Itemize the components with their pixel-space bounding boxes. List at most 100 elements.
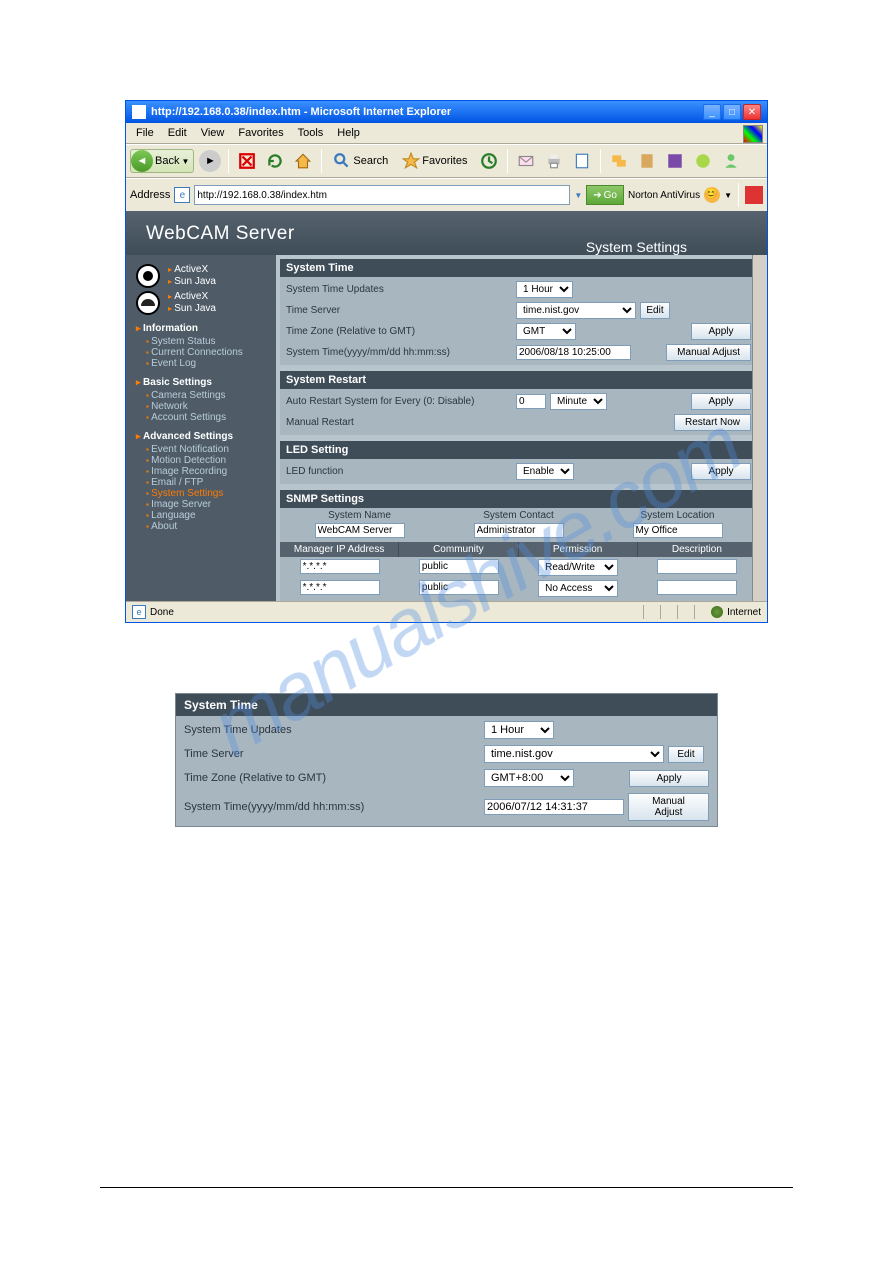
snmp-perm-select-0[interactable]: Read/Write <box>538 559 618 576</box>
detail-manual-button[interactable]: Manual Adjust <box>628 793 709 821</box>
print-button[interactable] <box>542 149 566 173</box>
window-title: http://192.168.0.38/index.htm - Microsof… <box>151 106 451 118</box>
auto-restart-label: Auto Restart System for Every (0: Disabl… <box>286 396 516 407</box>
mail-button[interactable] <box>514 149 538 173</box>
main-panel: System Time System Time Updates 1 Hour T… <box>276 255 767 601</box>
sidebar-item-camera[interactable]: Camera Settings <box>136 390 266 401</box>
research-button[interactable] <box>635 149 659 173</box>
edit-button[interactable] <box>570 149 594 173</box>
adobe-icon[interactable] <box>745 186 763 204</box>
snmp-name-input[interactable] <box>315 523 405 538</box>
address-label: Address <box>130 189 170 201</box>
detail-tz-select[interactable]: GMT+8:00 <box>484 769 574 787</box>
back-button[interactable]: ◄Back▼ <box>130 149 194 173</box>
snmp-perm-select-1[interactable]: No Access <box>538 580 618 597</box>
auto-restart-unit-select[interactable]: Minute <box>550 393 607 410</box>
menu-file[interactable]: File <box>130 125 160 141</box>
detail-apply-button[interactable]: Apply <box>629 770 709 787</box>
sidebar-link-sunjava-2[interactable]: Sun Java <box>168 303 216 314</box>
menu-edit[interactable]: Edit <box>162 125 193 141</box>
sidebar-item-language[interactable]: Language <box>136 510 266 521</box>
stop-button[interactable] <box>235 149 259 173</box>
sidebar-cat-information[interactable]: Information <box>136 323 266 334</box>
snmp-desc-input-1[interactable] <box>657 580 737 595</box>
menu-tools[interactable]: Tools <box>292 125 330 141</box>
menubar: File Edit View Favorites Tools Help <box>126 123 767 144</box>
menu-help[interactable]: Help <box>331 125 366 141</box>
forward-button[interactable]: ► <box>198 149 222 173</box>
section-snmp-header: SNMP Settings <box>280 490 757 508</box>
maximize-button[interactable]: □ <box>723 104 741 120</box>
menu-favorites[interactable]: Favorites <box>232 125 289 141</box>
time-server-edit-button[interactable]: Edit <box>640 302 670 319</box>
home-button[interactable] <box>291 149 315 173</box>
detail-updates-select[interactable]: 1 Hour <box>484 721 554 739</box>
sidebar-link-activex[interactable]: ActiveX <box>168 264 216 275</box>
snmp-comm-input-1[interactable] <box>419 580 499 595</box>
time-server-select[interactable]: time.nist.gov <box>516 302 636 319</box>
sidebar-item-system-settings[interactable]: System Settings <box>136 488 266 499</box>
timezone-label: Time Zone (Relative to GMT) <box>286 326 516 337</box>
toolbar-icon-1[interactable] <box>663 149 687 173</box>
sidebar-item-system-status[interactable]: System Status <box>136 336 266 347</box>
address-input[interactable] <box>194 185 570 205</box>
brand-title: WebCAM Server <box>146 223 295 245</box>
sidebar-item-account[interactable]: Account Settings <box>136 412 266 423</box>
auto-restart-input[interactable] <box>516 394 546 409</box>
snmp-location-input[interactable] <box>633 523 723 538</box>
refresh-button[interactable] <box>263 149 287 173</box>
detail-edit-button[interactable]: Edit <box>668 746 704 763</box>
snmp-ip-input-0[interactable] <box>300 559 380 574</box>
auto-restart-apply-button[interactable]: Apply <box>691 393 751 410</box>
sidebar-item-network[interactable]: Network <box>136 401 266 412</box>
led-function-label: LED function <box>286 466 516 477</box>
address-dropdown-icon[interactable]: ▼ <box>574 191 582 200</box>
history-button[interactable] <box>477 149 501 173</box>
messenger-button[interactable] <box>719 149 743 173</box>
windows-logo-icon <box>743 125 763 143</box>
system-time-label: System Time(yyyy/mm/dd hh:mm:ss) <box>286 347 516 358</box>
detail-tz-label: Time Zone (Relative to GMT) <box>184 772 484 784</box>
snmp-comm-input-0[interactable] <box>419 559 499 574</box>
toolbar: ◄Back▼ ► Search Favorites <box>126 144 767 178</box>
toolbar-icon-2[interactable] <box>691 149 715 173</box>
time-updates-select[interactable]: 1 Hour <box>516 281 573 298</box>
snmp-ip-input-1[interactable] <box>300 580 380 595</box>
search-button[interactable]: Search <box>328 149 393 173</box>
sidebar-cat-basic[interactable]: Basic Settings <box>136 377 266 388</box>
go-button[interactable]: ➔ Go <box>586 185 624 205</box>
sidebar-item-event-notif[interactable]: Event Notification <box>136 444 266 455</box>
detail-server-select[interactable]: time.nist.gov <box>484 745 664 763</box>
menu-view[interactable]: View <box>195 125 231 141</box>
sidebar-item-recording[interactable]: Image Recording <box>136 466 266 477</box>
browser-window: http://192.168.0.38/index.htm - Microsof… <box>125 100 768 623</box>
sidebar-item-email-ftp[interactable]: Email / FTP <box>136 477 266 488</box>
minimize-button[interactable]: _ <box>703 104 721 120</box>
restart-now-button[interactable]: Restart Now <box>674 414 751 431</box>
sidebar-item-image-server[interactable]: Image Server <box>136 499 266 510</box>
detail-time-input[interactable] <box>484 799 624 815</box>
favorites-button[interactable]: Favorites <box>397 149 472 173</box>
address-bar: Address e ▼ ➔ Go Norton AntiVirus 😊 ▼ <box>126 178 767 211</box>
sidebar-cat-advanced[interactable]: Advanced Settings <box>136 431 266 442</box>
sidebar-item-connections[interactable]: Current Connections <box>136 347 266 358</box>
timezone-apply-button[interactable]: Apply <box>691 323 751 340</box>
scrollbar-thumb[interactable] <box>754 275 766 315</box>
discuss-button[interactable] <box>607 149 631 173</box>
sidebar-link-sunjava[interactable]: Sun Java <box>168 276 216 287</box>
sidebar-item-event-log[interactable]: Event Log <box>136 358 266 369</box>
sidebar-link-activex-2[interactable]: ActiveX <box>168 291 216 302</box>
norton-icon[interactable]: 😊 <box>704 187 720 203</box>
snmp-col-permission: Permission <box>519 542 638 557</box>
led-apply-button[interactable]: Apply <box>691 463 751 480</box>
snmp-desc-input-0[interactable] <box>657 559 737 574</box>
snmp-contact-input[interactable] <box>474 523 564 538</box>
sidebar-item-about[interactable]: About <box>136 521 266 532</box>
close-button[interactable]: ✕ <box>743 104 761 120</box>
titlebar: http://192.168.0.38/index.htm - Microsof… <box>126 101 767 123</box>
manual-adjust-button[interactable]: Manual Adjust <box>666 344 751 361</box>
sidebar-item-motion[interactable]: Motion Detection <box>136 455 266 466</box>
timezone-select[interactable]: GMT <box>516 323 576 340</box>
system-time-input[interactable] <box>516 345 631 360</box>
led-function-select[interactable]: Enable <box>516 463 574 480</box>
